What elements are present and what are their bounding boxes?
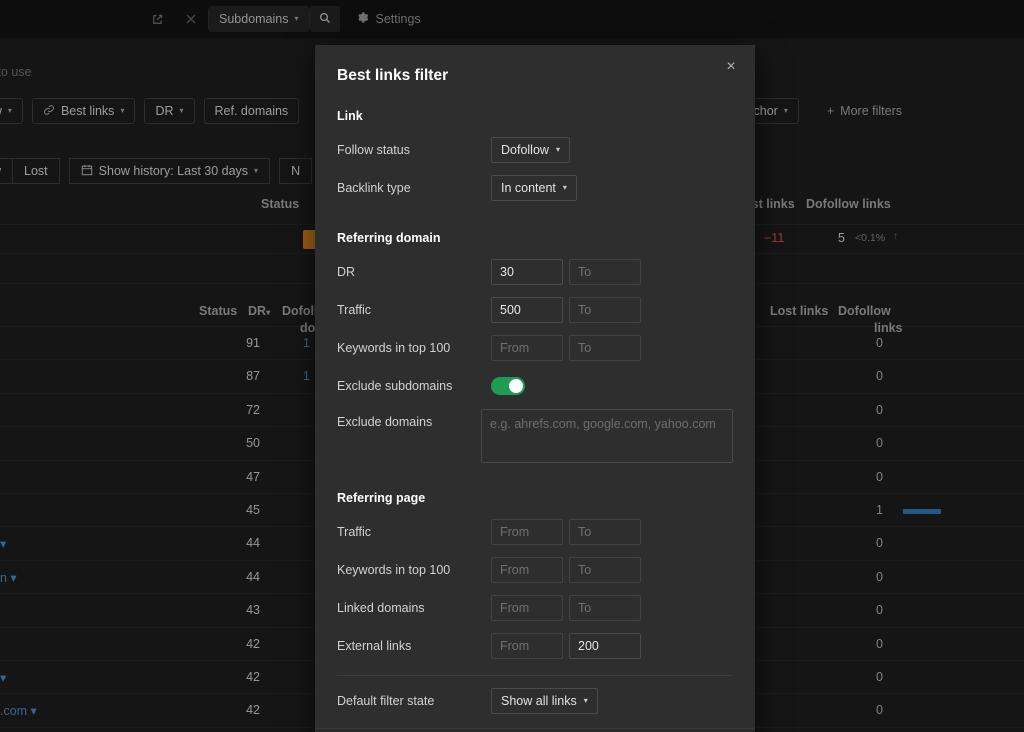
exclude-domains-textarea[interactable] bbox=[481, 409, 733, 463]
exclude-subdomains-label: Exclude subdomains bbox=[337, 379, 453, 393]
section-title-referring-page: Referring page bbox=[337, 491, 426, 505]
exclude-domains-label: Exclude domains bbox=[337, 415, 433, 429]
rp-external-links-to-input[interactable] bbox=[569, 633, 641, 659]
field-backlink-type: Backlink type In content ▾ bbox=[337, 173, 733, 203]
backlink-type-value: In content bbox=[501, 181, 556, 195]
close-icon[interactable]: × bbox=[721, 57, 741, 77]
rd-keywords-to-input[interactable] bbox=[569, 335, 641, 361]
rd-keywords-label: Keywords in top 100 bbox=[337, 341, 451, 355]
follow-status-value: Dofollow bbox=[501, 143, 549, 157]
rd-dr-label: DR bbox=[337, 265, 356, 279]
app-root: Subdomains ▾ Settings o use ▾ Best links… bbox=[0, 0, 1024, 732]
rd-keywords-from-input[interactable] bbox=[491, 335, 563, 361]
rp-linked-domains-label: Linked domains bbox=[337, 601, 425, 615]
backlink-type-dropdown[interactable]: In content ▾ bbox=[491, 175, 577, 201]
field-default-filter-state: Default filter state Show all links ▾ bbox=[337, 676, 733, 728]
chevron-down-icon: ▾ bbox=[555, 145, 560, 154]
section-title-link: Link bbox=[337, 109, 363, 123]
rp-keywords-from-input[interactable] bbox=[491, 557, 563, 583]
chevron-down-icon: ▾ bbox=[583, 696, 588, 705]
toggle-knob bbox=[509, 379, 523, 393]
field-rp-linked-domains: Linked domains bbox=[337, 593, 733, 623]
field-exclude-domains: Exclude domains bbox=[337, 409, 733, 463]
rp-traffic-to-input[interactable] bbox=[569, 519, 641, 545]
rd-traffic-to-input[interactable] bbox=[569, 297, 641, 323]
rd-traffic-from-input[interactable] bbox=[491, 297, 563, 323]
modal-title: Best links filter bbox=[337, 67, 449, 84]
default-filter-state-value: Show all links bbox=[501, 694, 577, 708]
follow-status-label: Follow status bbox=[337, 143, 410, 157]
field-rp-traffic: Traffic bbox=[337, 517, 733, 547]
chevron-down-icon: ▾ bbox=[562, 183, 567, 192]
rd-dr-to-input[interactable] bbox=[569, 259, 641, 285]
field-exclude-subdomains: Exclude subdomains bbox=[337, 371, 733, 401]
field-rp-keywords: Keywords in top 100 bbox=[337, 555, 733, 585]
field-rd-traffic: Traffic bbox=[337, 295, 733, 325]
default-filter-state-label: Default filter state bbox=[337, 694, 435, 708]
rp-external-links-from-input[interactable] bbox=[491, 633, 563, 659]
rp-external-links-label: External links bbox=[337, 639, 412, 653]
rp-linked-domains-to-input[interactable] bbox=[569, 595, 641, 621]
rp-keywords-to-input[interactable] bbox=[569, 557, 641, 583]
field-rp-external-links: External links bbox=[337, 631, 733, 661]
field-follow-status: Follow status Dofollow ▾ bbox=[337, 135, 733, 165]
rp-linked-domains-from-input[interactable] bbox=[491, 595, 563, 621]
rp-traffic-from-input[interactable] bbox=[491, 519, 563, 545]
field-rd-keywords: Keywords in top 100 bbox=[337, 333, 733, 363]
modal-footer: Save Cancel bbox=[315, 728, 755, 732]
follow-status-dropdown[interactable]: Dofollow ▾ bbox=[491, 137, 570, 163]
rp-traffic-label: Traffic bbox=[337, 525, 372, 539]
field-rd-dr: DR bbox=[337, 257, 733, 287]
backlink-type-label: Backlink type bbox=[337, 181, 411, 195]
section-title-referring-domain: Referring domain bbox=[337, 231, 441, 245]
default-filter-state-dropdown[interactable]: Show all links ▾ bbox=[491, 688, 598, 714]
rd-traffic-label: Traffic bbox=[337, 303, 372, 317]
rp-keywords-label: Keywords in top 100 bbox=[337, 563, 451, 577]
exclude-subdomains-toggle[interactable] bbox=[491, 377, 525, 395]
best-links-filter-modal: × Best links filter Link Follow status D… bbox=[315, 45, 755, 732]
rd-dr-from-input[interactable] bbox=[491, 259, 563, 285]
